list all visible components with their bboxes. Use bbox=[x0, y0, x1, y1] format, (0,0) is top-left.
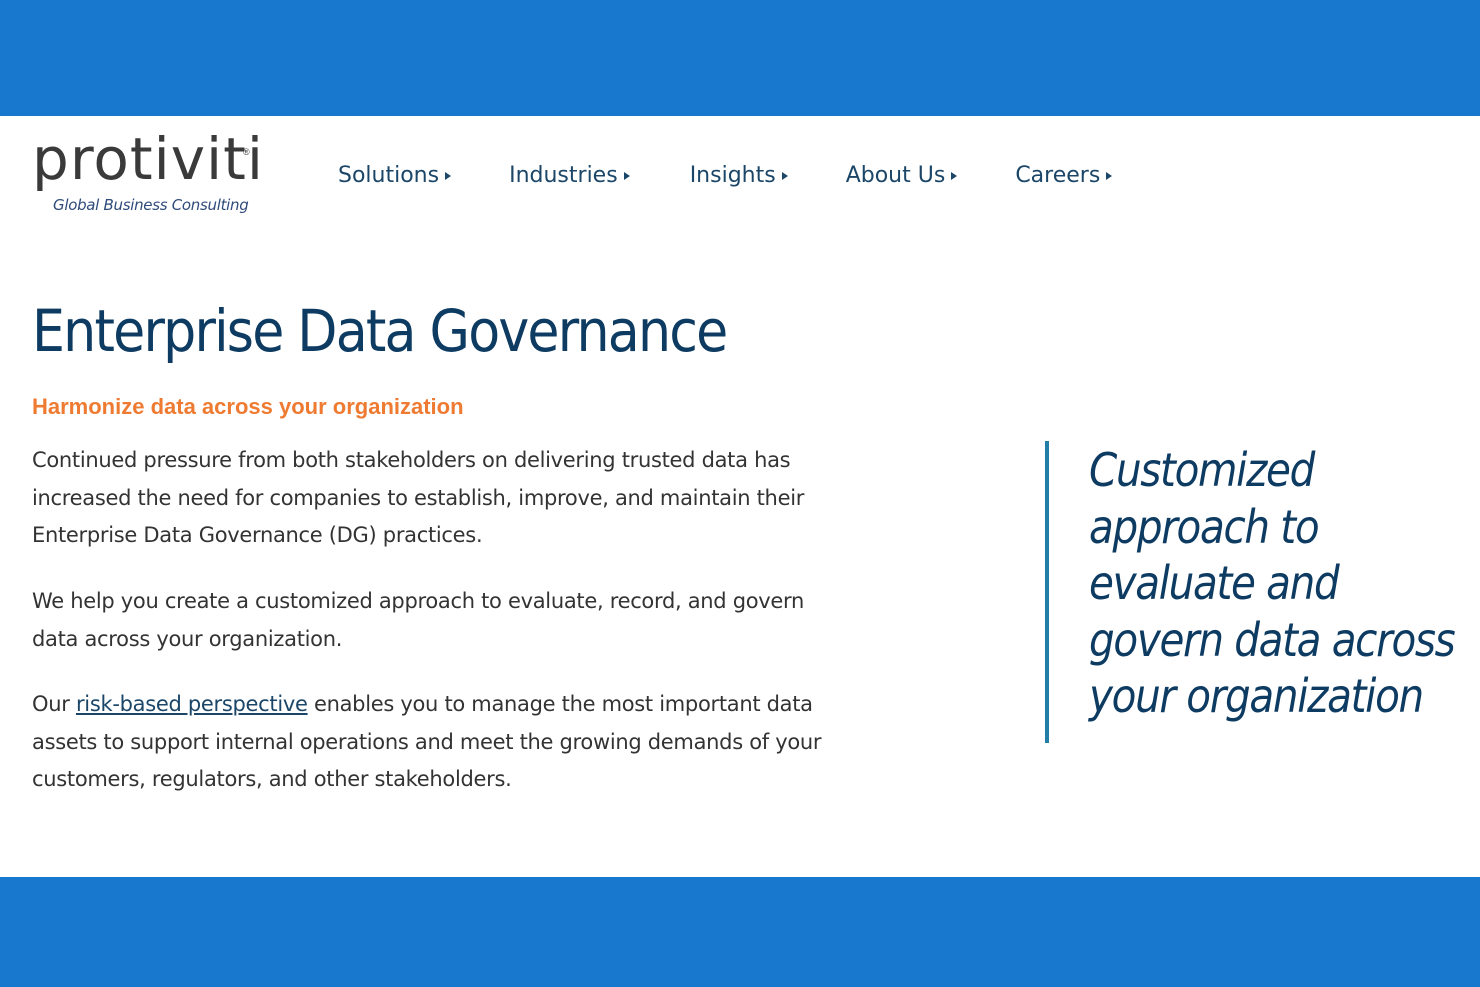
pull-quote-line: govern data across bbox=[1089, 612, 1456, 667]
pull-quote-line: evaluate and bbox=[1089, 556, 1340, 610]
caret-right-icon bbox=[781, 172, 788, 180]
nav-item-careers[interactable]: Careers bbox=[1015, 162, 1113, 188]
pull-quote-line: Customized bbox=[1089, 443, 1315, 497]
nav-item-label: Careers bbox=[1015, 162, 1101, 188]
nav-item-label: About Us bbox=[845, 162, 946, 188]
pull-quote-bar bbox=[1045, 441, 1049, 743]
risk-paragraph: Our risk-based perspective enables you t… bbox=[32, 686, 832, 799]
caret-right-icon bbox=[951, 172, 958, 180]
caret-right-icon bbox=[1106, 172, 1113, 180]
protiviti-logo[interactable]: protiviti ® Global Business Consulting bbox=[32, 125, 265, 220]
web-page: protiviti ® Global Business Consulting S… bbox=[0, 116, 1480, 877]
pull-quote: Customized approach to evaluate and gove… bbox=[1089, 442, 1456, 725]
top-blue-band bbox=[0, 0, 1480, 116]
page-title: Enterprise Data Governance bbox=[32, 297, 728, 365]
nav-item-label: Solutions bbox=[338, 162, 440, 188]
nav-item-label: Industries bbox=[509, 162, 618, 188]
logo-wordmark: protiviti bbox=[32, 125, 265, 193]
caret-right-icon bbox=[623, 172, 630, 180]
risk-based-perspective-link[interactable]: risk-based perspective bbox=[76, 692, 308, 716]
nav-item-about-us[interactable]: About Us bbox=[846, 163, 958, 188]
nav-item-insights[interactable]: Insights bbox=[690, 163, 788, 188]
approach-paragraph: We help you create a customized approach… bbox=[32, 589, 805, 651]
main-navigation: Solutions Industries Insights About Us C… bbox=[338, 160, 1113, 190]
nav-item-industries[interactable]: Industries bbox=[509, 163, 630, 188]
intro-paragraph: Continued pressure from both stakeholder… bbox=[32, 448, 805, 548]
page-subtitle: Harmonize data across your organization bbox=[32, 394, 464, 419]
registered-mark: ® bbox=[243, 147, 250, 157]
caret-right-icon bbox=[445, 172, 452, 180]
paragraph-text: Our bbox=[32, 692, 76, 716]
bottom-blue-band bbox=[0, 877, 1480, 987]
nav-item-label: Insights bbox=[689, 162, 776, 188]
pull-quote-line: your organization bbox=[1089, 669, 1424, 723]
nav-item-solutions[interactable]: Solutions bbox=[338, 162, 452, 188]
pull-quote-line: approach to bbox=[1089, 499, 1320, 554]
logo-tagline: Global Business Consulting bbox=[53, 196, 249, 214]
